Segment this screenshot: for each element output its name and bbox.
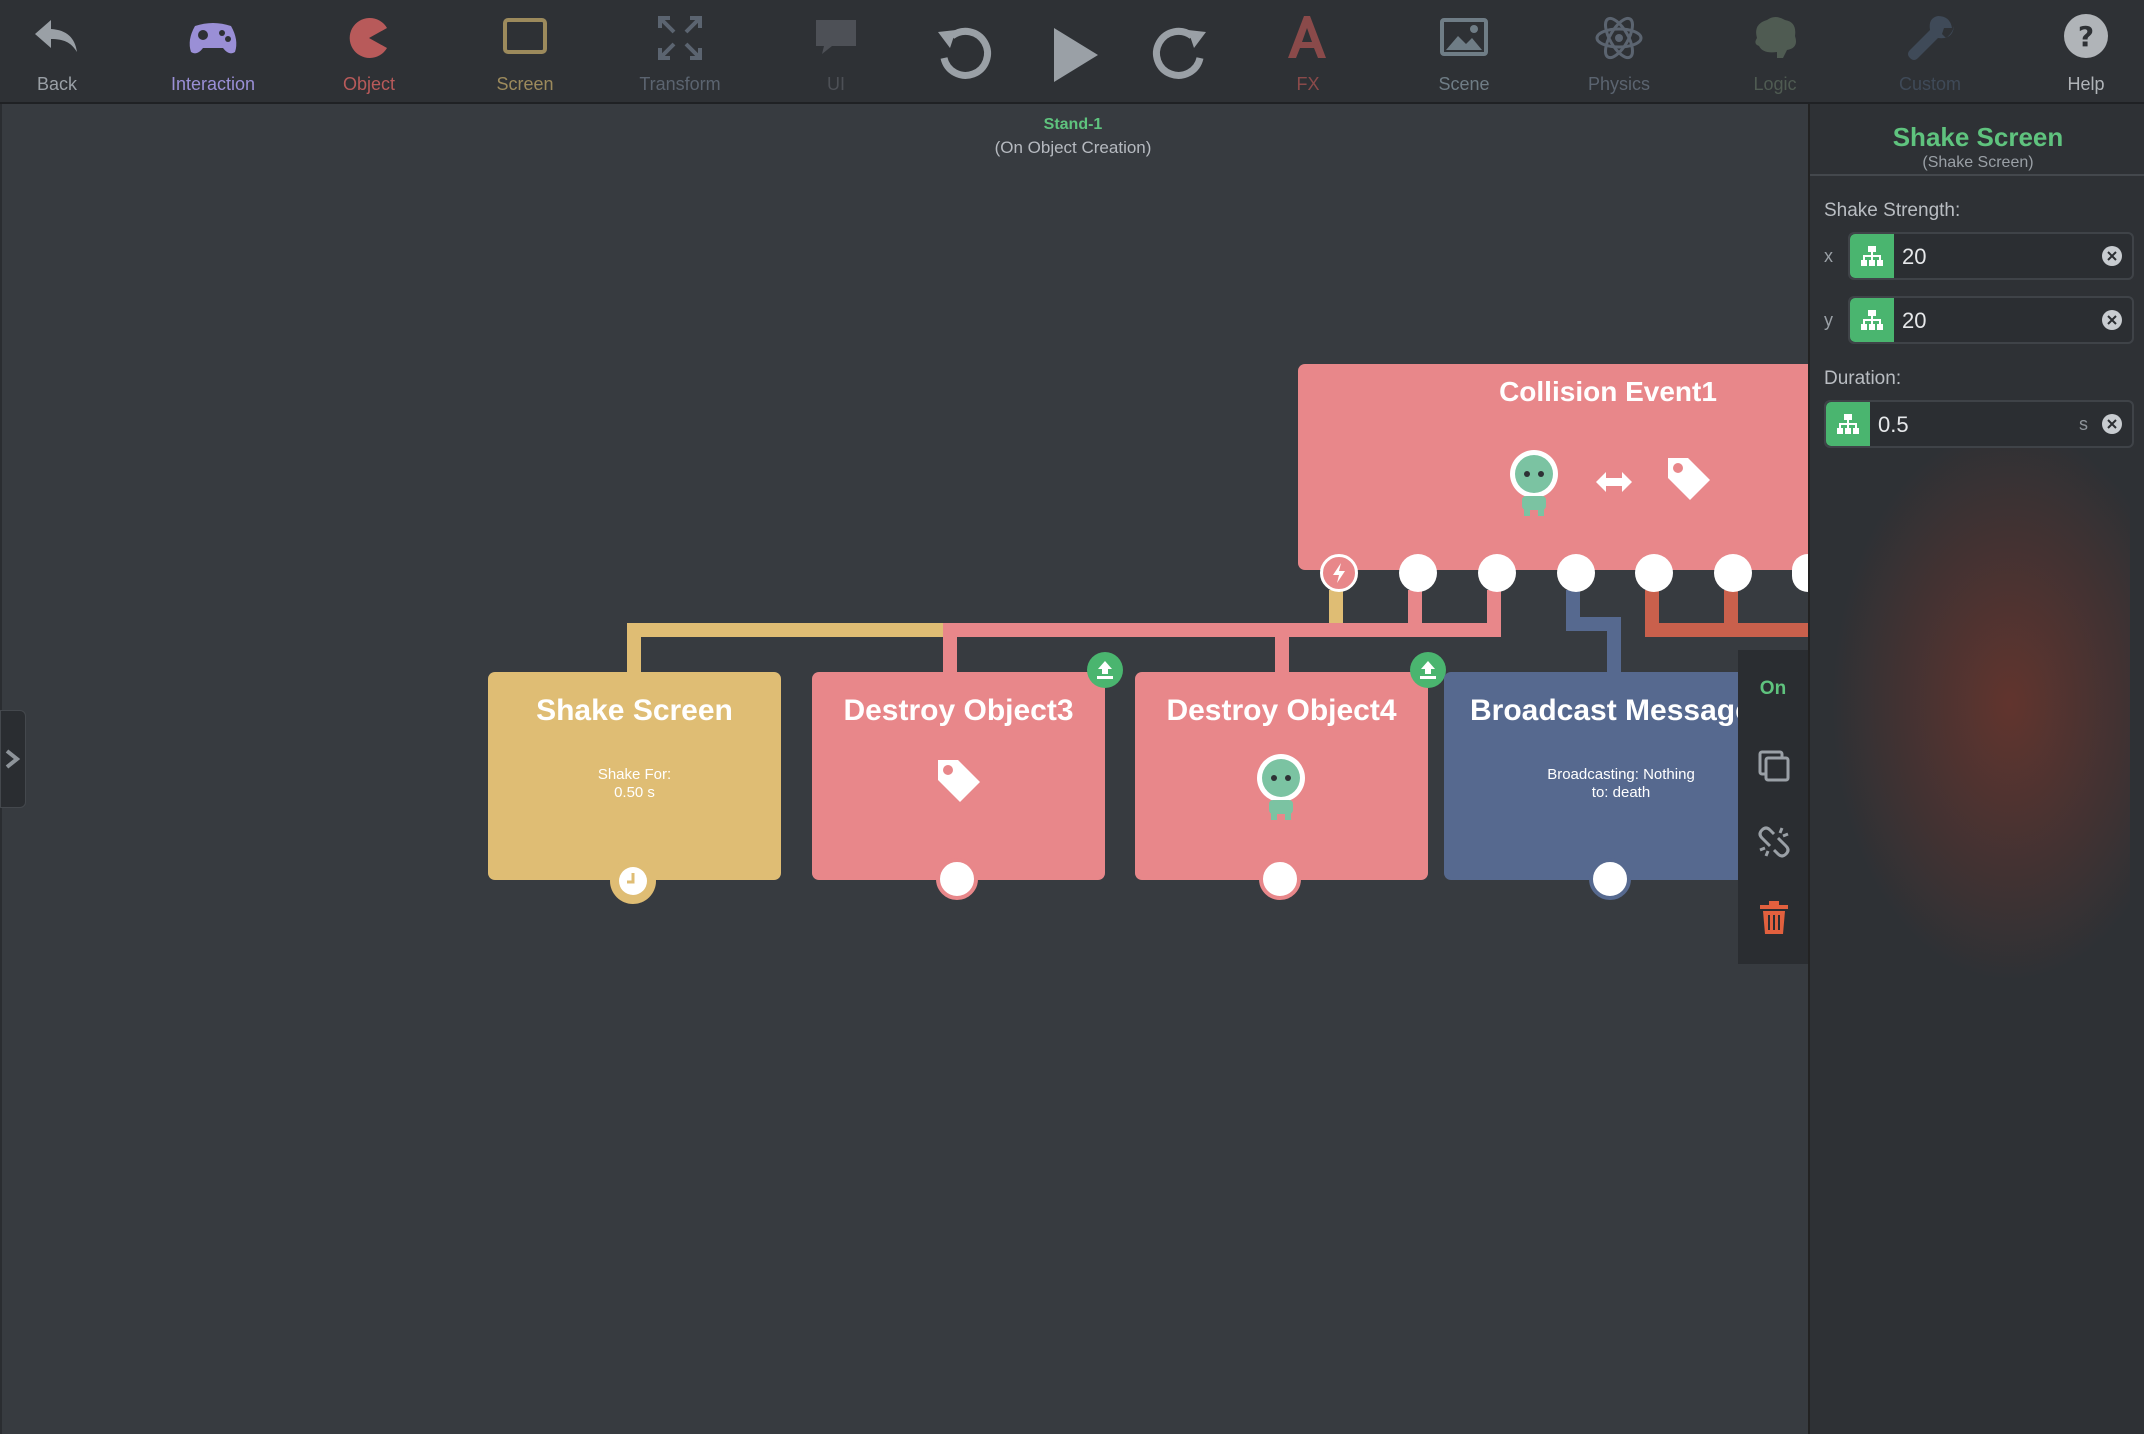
tag-icon: [938, 760, 980, 802]
hierarchy-icon: [1837, 414, 1859, 434]
help-label: Help: [2067, 74, 2105, 94]
duration-label: Duration:: [1824, 368, 1902, 389]
tag-icon: [1668, 458, 1710, 500]
broadcast-output-port[interactable]: [1589, 858, 1631, 900]
output-port-3[interactable]: [1557, 554, 1595, 592]
duration-field[interactable]: 0.5 s: [1824, 400, 2134, 448]
custom-label: Custom: [1898, 74, 1961, 94]
clear-icon[interactable]: [2102, 246, 2122, 266]
wrench-icon: [1908, 16, 1954, 60]
variable-link-button[interactable]: [1826, 402, 1870, 446]
output-port-1[interactable]: [1399, 554, 1437, 592]
shake-screen-title: Shake Screen: [536, 694, 733, 727]
shake-screen-node[interactable]: Shake Screen Shake For: 0.50 s: [488, 672, 781, 904]
shake-screen-desc-line2: 0.50 s: [614, 784, 655, 801]
shake-strength-label: Shake Strength:: [1824, 200, 1961, 221]
hierarchy-icon: [1861, 310, 1883, 330]
alien-icon: [1510, 450, 1558, 516]
destroy-object4-title: Destroy Object4: [1166, 694, 1397, 727]
output-port-5[interactable]: [1714, 554, 1752, 592]
shake-y-field[interactable]: 20: [1848, 296, 2134, 344]
node-context-menu: On: [1738, 650, 1808, 964]
shake-x-value: 20: [1902, 244, 1927, 269]
clear-icon[interactable]: [2102, 310, 2122, 330]
double-arrow-icon: [1596, 472, 1632, 492]
wire-broadcast: [1566, 590, 1621, 672]
wire-offscreen: [1645, 590, 1808, 637]
variable-link-button[interactable]: [1850, 234, 1894, 278]
collision-event-node[interactable]: Collision Event1: [1298, 364, 1808, 592]
upload-icon: [1420, 661, 1436, 679]
upload-icon: [1097, 661, 1113, 679]
upload-badge[interactable]: [1410, 652, 1446, 688]
upload-badge[interactable]: [1087, 652, 1123, 688]
custom-button[interactable]: Custom: [1855, 0, 2005, 102]
lightning-icon: [1333, 563, 1345, 583]
variable-link-button[interactable]: [1850, 298, 1894, 342]
destroy-object3-node[interactable]: Destroy Object3: [812, 652, 1123, 900]
unlink-icon[interactable]: [1756, 824, 1792, 860]
help-icon: ?: [2064, 14, 2108, 58]
output-port-2[interactable]: [1478, 554, 1516, 592]
broadcast-message-node[interactable]: Broadcast Message Broadcasting: Nothing …: [1444, 672, 1738, 900]
destroy3-output-port[interactable]: [936, 858, 978, 900]
alien-icon: [1257, 754, 1305, 820]
panel-title: Shake Screen: [1892, 122, 2064, 152]
svg-text:?: ?: [2078, 20, 2094, 53]
shake-x-field[interactable]: 20: [1848, 232, 2134, 280]
duration-unit: s: [2079, 414, 2088, 434]
hierarchy-icon: [1861, 246, 1883, 266]
blurred-background-art: [1830, 424, 2130, 984]
shake-y-value: 20: [1902, 308, 1927, 333]
timer-port[interactable]: [610, 858, 656, 904]
x-axis-label: x: [1824, 246, 1833, 266]
panel-divider: [1810, 174, 2144, 176]
clock-icon: [619, 867, 647, 895]
duplicate-icon[interactable]: [1756, 748, 1792, 784]
toggle-on-button[interactable]: On: [1738, 678, 1808, 700]
clear-icon[interactable]: [2102, 414, 2122, 434]
shake-screen-desc-line1: Shake For:: [597, 766, 672, 783]
panel-subtitle: (Shake Screen): [1922, 154, 2034, 171]
broadcast-message-title: Broadcast Message: [1470, 694, 1738, 727]
output-port-4[interactable]: [1635, 554, 1673, 592]
destroy-object4-node[interactable]: Destroy Object4: [1135, 652, 1446, 900]
y-axis-label: y: [1824, 310, 1833, 330]
properties-panel: Shake Screen (Shake Screen) Shake Streng…: [1808, 104, 2144, 1434]
destroy-object3-title: Destroy Object3: [843, 694, 1074, 727]
trash-icon[interactable]: [1758, 900, 1790, 936]
destroy4-output-port[interactable]: [1259, 858, 1301, 900]
help-button[interactable]: ? Help: [2011, 0, 2144, 102]
duration-value: 0.5: [1878, 412, 1909, 437]
trigger-port[interactable]: [1320, 554, 1358, 592]
